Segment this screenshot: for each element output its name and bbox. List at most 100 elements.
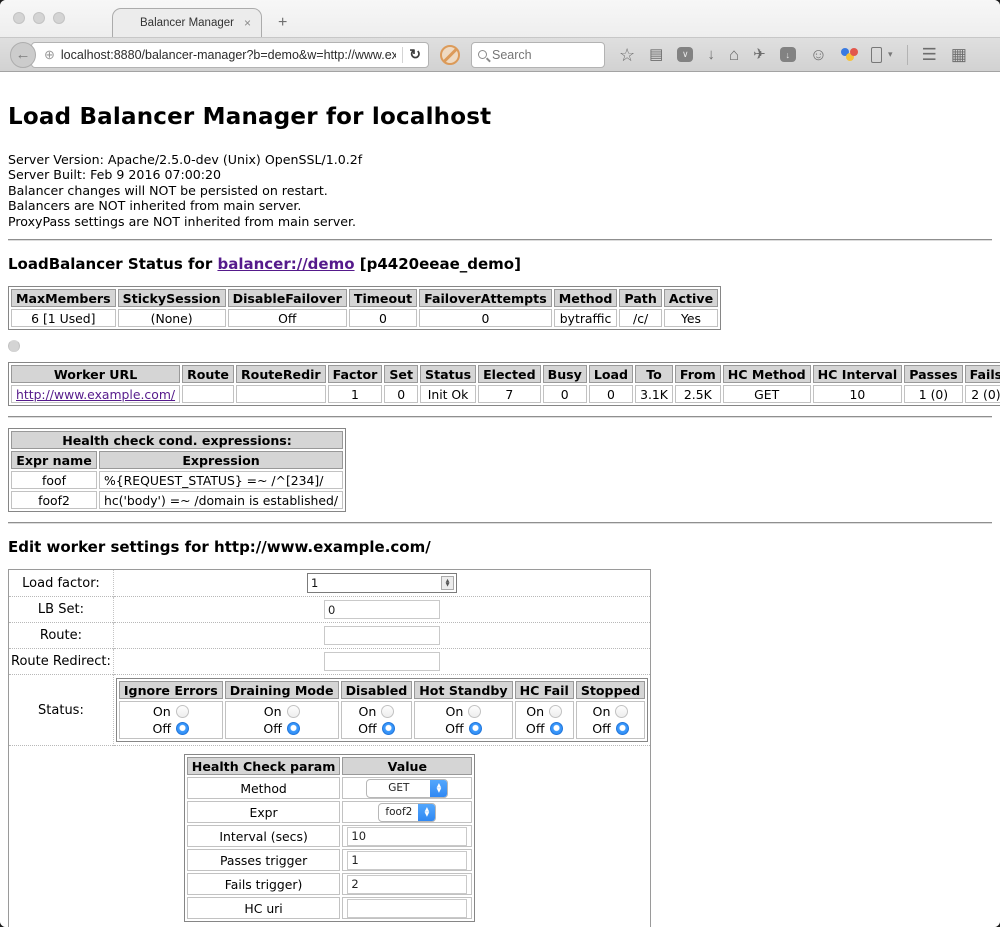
reading-list-icon[interactable]: ▤ [649,47,663,62]
col-hc-method: HC Method [723,365,811,383]
edit-worker-heading: Edit worker settings for http://www.exam… [8,538,992,556]
zoom-window-icon[interactable] [53,12,65,24]
cell-to: 3.1K [635,385,673,403]
chevron-down-icon[interactable]: ▾ [888,49,893,60]
hc-fails-input[interactable] [347,875,467,894]
home-icon[interactable]: ⌂ [729,46,739,63]
hc-uri-input[interactable] [347,899,467,918]
site-identity-globe-icon[interactable]: ⊕ [44,47,55,63]
pocket-icon[interactable]: ∨ [677,47,693,62]
cell-method: bytraffic [554,309,618,327]
search-input[interactable] [492,48,582,62]
hc-method-select[interactable]: GET ▲▼ [366,779,448,798]
cell-stickysession: (None) [118,309,226,327]
col-hc-param: Health Check param [187,757,341,775]
search-bar[interactable] [471,42,605,68]
hc-fail-off-radio[interactable] [550,722,563,735]
form-row-lb-set: LB Set: [9,597,651,623]
col-routeredir: RouteRedir [236,365,326,383]
title-bar: Balancer Manager × + [0,0,1000,37]
hc-expr-select[interactable]: foof2 ▲▼ [378,803,436,822]
grid-extension-icon[interactable]: ▦ [951,46,967,63]
cell-passes: 1 (0) [904,385,962,403]
cell-load: 0 [589,385,633,403]
adblock-icon[interactable] [440,45,460,65]
ignore-errors-off-radio[interactable] [176,722,189,735]
hot-standby-off-radio[interactable] [469,722,482,735]
balancer-demo-link[interactable]: balancer://demo [217,255,354,273]
url-text[interactable]: localhost:8880/balancer-manager?b=demo&w… [61,48,396,62]
url-bar[interactable]: ⊕ localhost:8880/balancer-manager?b=demo… [31,42,429,68]
minimize-window-icon[interactable] [33,12,45,24]
url-divider [402,47,403,63]
cell-busy: 0 [543,385,587,403]
cell-timeout: 0 [349,309,417,327]
stopped-off-radio[interactable] [616,722,629,735]
hc-passes-input[interactable] [347,851,467,870]
container-icon[interactable] [871,47,882,63]
hc-fail-on-radio[interactable] [549,705,562,718]
route-redirect-label: Route Redirect: [9,649,114,675]
cell-expression: %{REQUEST_STATUS} =~ /^[234]/ [99,471,343,489]
notice-persist: Balancer changes will NOT be persisted o… [8,183,992,198]
worker-url-link[interactable]: http://www.example.com/ [16,387,175,402]
bookmark-star-icon[interactable]: ☆ [619,46,635,64]
col-hc-interval: HC Interval [813,365,903,383]
hc-interval-input[interactable] [347,827,467,846]
table-row: http://www.example.com/ 1 0 Init Ok 7 0 … [11,385,1000,403]
hello-chat-icon[interactable]: ☺ [810,46,827,63]
on-label: On [264,704,282,719]
hc-expr-title: Health check cond. expressions: [11,431,343,449]
divider [8,239,992,241]
status-cell-disabled: On Off [341,701,413,739]
cell-hc-method: GET [723,385,811,403]
disabled-off-radio[interactable] [382,722,395,735]
draining-mode-on-radio[interactable] [287,705,300,718]
window-controls[interactable] [13,12,65,24]
col-set: Set [384,365,418,383]
cell-disablefailover: Off [228,309,347,327]
server-version: Server Version: Apache/2.5.0-dev (Unix) … [8,152,992,167]
tab-balancer-manager[interactable]: Balancer Manager × [112,8,262,37]
col-active: Active [664,289,718,307]
close-tab-icon[interactable]: × [244,16,251,30]
notice-inherit-proxypass: ProxyPass settings are NOT inherited fro… [8,214,992,229]
col-path: Path [619,289,661,307]
downloads-icon[interactable]: ↓ [707,47,715,62]
page-content: Load Balancer Manager for localhost Serv… [0,72,1000,927]
hot-standby-on-radio[interactable] [468,705,481,718]
menu-hamburger-icon[interactable]: ☰ [922,46,937,63]
cell-expr-name: foof [11,471,97,489]
new-tab-button[interactable]: + [278,14,287,32]
lb-set-input[interactable] [324,600,440,619]
stopped-on-radio[interactable] [615,705,628,718]
load-factor-label: Load factor: [9,570,114,597]
cell-expression: hc('body') =~ /domain is established/ [99,491,343,509]
number-spinner-icon[interactable]: ▲▼ [441,576,454,590]
selected-value: GET [367,782,430,794]
send-tab-icon[interactable]: ✈ [753,47,766,62]
status-table: Ignore Errors Draining Mode Disabled Hot… [116,678,648,742]
cell-path: /c/ [619,309,661,327]
route-redirect-input[interactable] [324,652,440,671]
ignore-errors-on-radio[interactable] [176,705,189,718]
col-expr-name: Expr name [11,451,97,469]
heading-suffix: [p4420eeae_demo] [355,255,521,273]
form-row-hc-params: Health Check param Value Method GET ▲▼ [9,746,651,927]
extension-colors-icon[interactable] [841,47,857,62]
disabled-on-radio[interactable] [381,705,394,718]
form-row-route: Route: [9,623,651,649]
close-window-icon[interactable] [13,12,25,24]
load-factor-input[interactable] [307,573,457,593]
balancer-status-table: MaxMembers StickySession DisableFailover… [8,286,721,330]
draining-mode-off-radio[interactable] [287,722,300,735]
reload-icon[interactable]: ↻ [409,46,421,63]
col-failoverattempts: FailoverAttempts [419,289,552,307]
divider [8,522,992,524]
col-stopped: Stopped [576,681,645,699]
save-to-device-icon[interactable]: ↓ [780,47,796,62]
back-button[interactable]: ← [10,42,36,68]
heading-prefix: LoadBalancer Status for [8,255,217,273]
route-input[interactable] [324,626,440,645]
form-row-status: Status: Ignore Errors Draining Mode Disa… [9,675,651,746]
